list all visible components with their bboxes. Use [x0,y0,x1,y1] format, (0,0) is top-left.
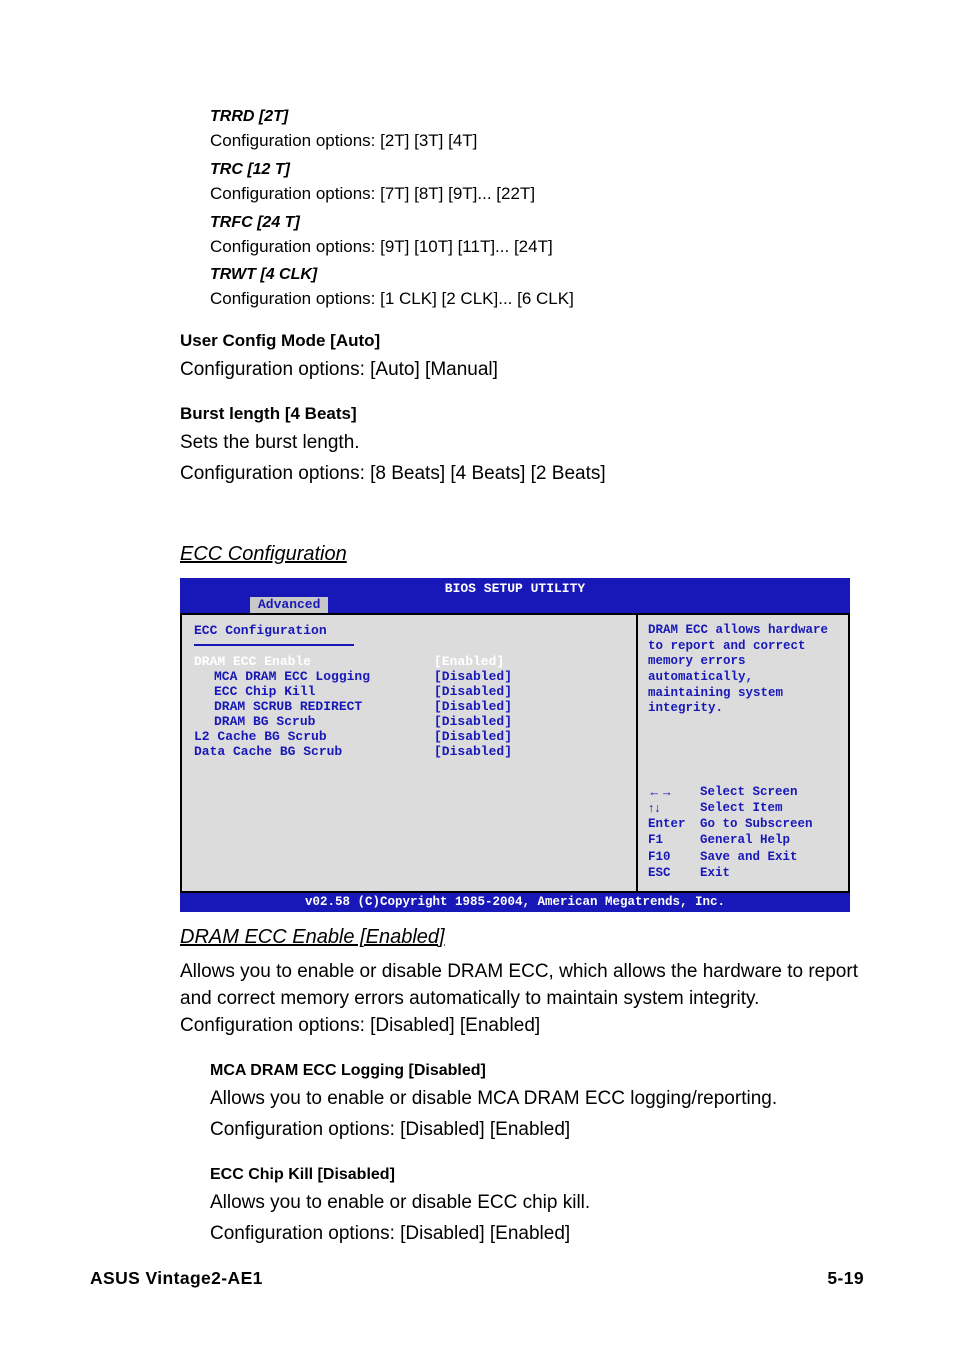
bios-item-value: [Disabled] [434,699,512,714]
param-trc: TRC [12 T] Configuration options: [7T] [… [210,161,864,206]
bios-divider [194,644,354,646]
bios-nav-row: F1General Help [648,832,840,848]
param-options: Configuration options: [7T] [8T] [9T]...… [210,182,864,206]
param-heading: TRFC [24 T] [210,214,864,232]
bios-nav-key: ←→ [648,784,700,800]
bios-titlebar: BIOS SETUP UTILITY [180,578,850,597]
bios-nav-key: F1 [648,832,700,848]
bios-nav-label: General Help [700,832,790,848]
bios-nav-row: F10Save and Exit [648,849,840,865]
heading: DRAM ECC Enable [Enabled] [180,926,864,949]
bios-panel-title: ECC Configuration [194,623,626,638]
bios-nav-row: ESCExit [648,865,840,881]
bios-item-value: [Enabled] [434,654,504,669]
user-config-mode: User Config Mode [Auto] Configuration op… [180,331,864,384]
bios-item-label: ECC Chip Kill [194,684,434,699]
body-line: Configuration options: [8 Beats] [4 Beat… [180,461,864,488]
body: Allows you to enable or disable DRAM ECC… [180,959,864,1040]
bios-nav-row: EnterGo to Subscreen [648,816,840,832]
bios-item-list: DRAM ECC Enable[Enabled]MCA DRAM ECC Log… [194,654,626,759]
bios-item-value: [Disabled] [434,714,512,729]
bios-nav-key: ESC [648,865,700,881]
bios-nav-key: F10 [648,849,700,865]
body-line: Configuration options: [Disabled] [Enabl… [210,1221,864,1248]
bios-item-row: L2 Cache BG Scrub[Disabled] [194,729,626,744]
param-heading: TRWT [4 CLK] [210,266,864,284]
body-line: Sets the burst length. [180,430,864,457]
bios-tabs: Advanced [180,597,850,613]
footer-page-number: 5-19 [827,1268,864,1289]
param-options: Configuration options: [9T] [10T] [11T].… [210,235,864,259]
bios-nav-label: Select Item [700,800,783,816]
param-options: Configuration options: [2T] [3T] [4T] [210,129,864,153]
param-trwt: TRWT [4 CLK] Configuration options: [1 C… [210,266,864,311]
page-content: TRRD [2T] Configuration options: [2T] [3… [0,0,954,1248]
bios-item-value: [Disabled] [434,744,512,759]
bios-nav-label: Exit [700,865,730,881]
param-trfc: TRFC [24 T] Configuration options: [9T] … [210,214,864,259]
bios-item-label: Data Cache BG Scrub [194,744,434,759]
bios-nav-row: ↑↓Select Item [648,800,840,816]
bios-main: ECC Configuration DRAM ECC Enable[Enable… [180,613,850,893]
burst-length: Burst length [4 Beats] Sets the burst le… [180,404,864,488]
bios-item-label: L2 Cache BG Scrub [194,729,434,744]
dram-ecc-enable: DRAM ECC Enable [Enabled] Allows you to … [180,926,864,1040]
body: Configuration options: [Auto] [Manual] [180,357,864,384]
bios-item-value: [Disabled] [434,684,512,699]
param-heading: TRC [12 T] [210,161,864,179]
mca-dram-ecc-logging: MCA DRAM ECC Logging [Disabled] Allows y… [210,1062,864,1144]
heading: User Config Mode [Auto] [180,331,864,351]
footer-product: ASUS Vintage2-AE1 [90,1268,263,1289]
bios-item-row: DRAM SCRUB REDIRECT[Disabled] [194,699,626,714]
bios-item-label: DRAM ECC Enable [194,654,434,669]
bios-item-label: DRAM BG Scrub [194,714,434,729]
body-line: Allows you to enable or disable ECC chip… [210,1190,864,1217]
bios-item-value: [Disabled] [434,669,512,684]
bios-screenshot: BIOS SETUP UTILITY Advanced ECC Configur… [180,578,850,912]
bios-item-label: DRAM SCRUB REDIRECT [194,699,434,714]
bios-right-panel: DRAM ECC allows hardware to report and c… [638,613,850,893]
bios-nav-key: ↑↓ [648,800,700,816]
page-footer: ASUS Vintage2-AE1 5-19 [90,1268,864,1289]
bios-nav-label: Select Screen [700,784,798,800]
bios-item-row: MCA DRAM ECC Logging[Disabled] [194,669,626,684]
bios-item-row: DRAM BG Scrub[Disabled] [194,714,626,729]
heading: Burst length [4 Beats] [180,404,864,424]
ecc-section-heading: ECC Configuration [180,543,864,566]
bios-nav-key: Enter [648,816,700,832]
body-line: Configuration options: [Disabled] [Enabl… [210,1117,864,1144]
bios-left-panel: ECC Configuration DRAM ECC Enable[Enable… [180,613,638,893]
body-line: Allows you to enable or disable MCA DRAM… [210,1086,864,1113]
bios-help-text: DRAM ECC allows hardware to report and c… [638,615,848,776]
bios-nav-hints: ←→Select Screen↑↓Select ItemEnterGo to S… [638,776,848,892]
ecc-chip-kill: ECC Chip Kill [Disabled] Allows you to e… [210,1166,864,1248]
bios-item-row: ECC Chip Kill[Disabled] [194,684,626,699]
bios-item-value: [Disabled] [434,729,512,744]
bios-item-row: Data Cache BG Scrub[Disabled] [194,744,626,759]
heading: MCA DRAM ECC Logging [Disabled] [210,1062,864,1080]
bios-item-row: DRAM ECC Enable[Enabled] [194,654,626,669]
bios-item-label: MCA DRAM ECC Logging [194,669,434,684]
bios-nav-label: Save and Exit [700,849,798,865]
bios-nav-label: Go to Subscreen [700,816,813,832]
heading: ECC Chip Kill [Disabled] [210,1166,864,1184]
bios-tab-active: Advanced [250,597,328,613]
param-options: Configuration options: [1 CLK] [2 CLK]..… [210,287,864,311]
param-trrd: TRRD [2T] Configuration options: [2T] [3… [210,108,864,153]
bios-footer: v02.58 (C)Copyright 1985-2004, American … [180,893,850,912]
param-heading: TRRD [2T] [210,108,864,126]
bios-nav-row: ←→Select Screen [648,784,840,800]
